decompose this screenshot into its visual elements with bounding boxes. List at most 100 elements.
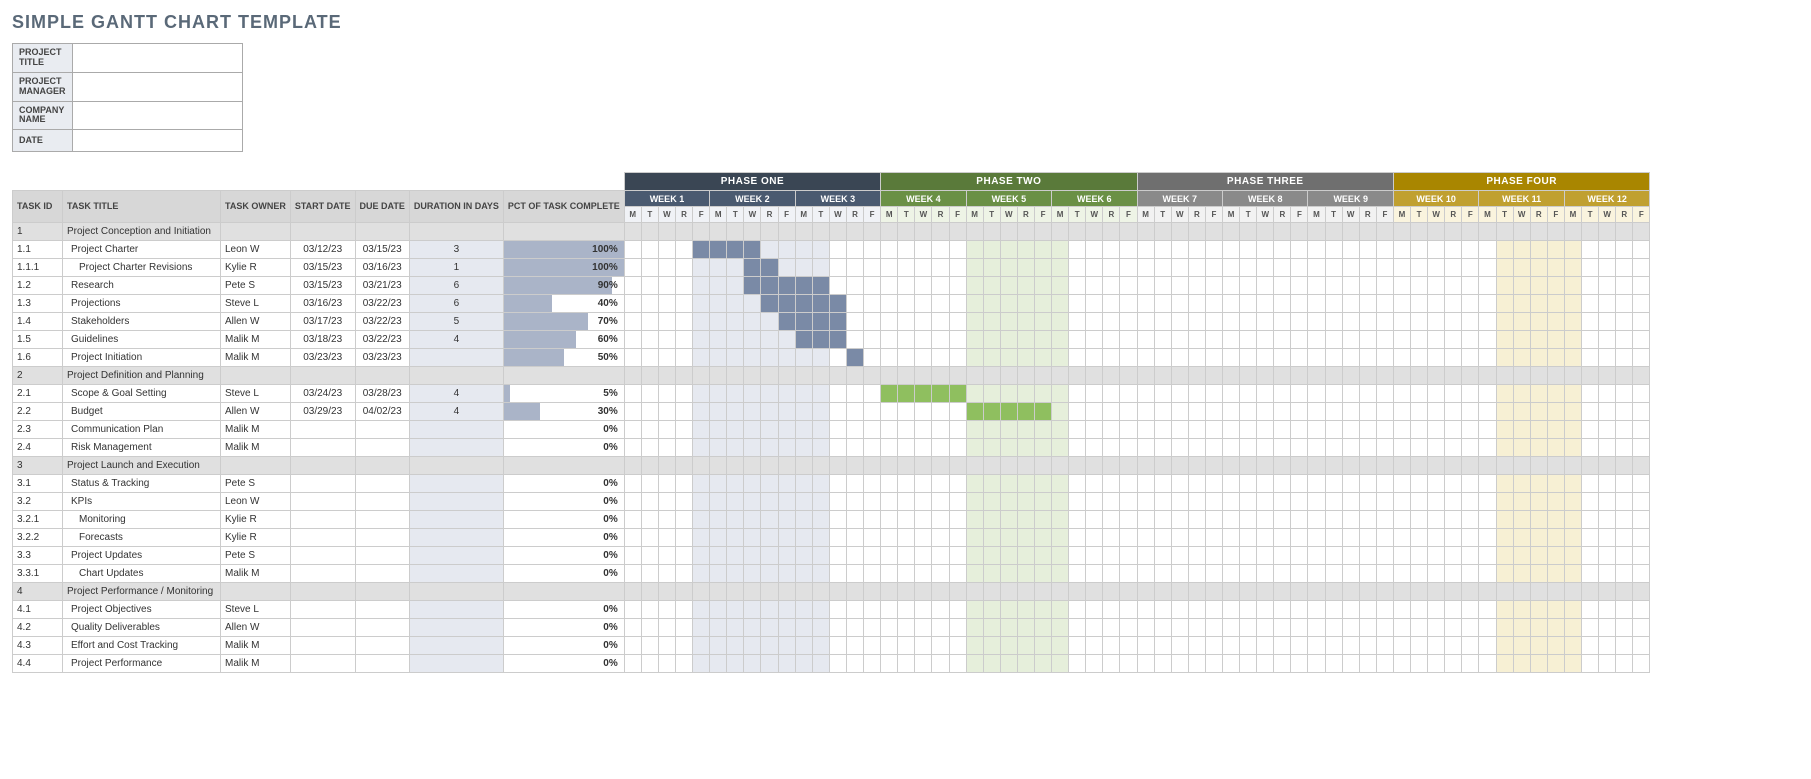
gantt-cell[interactable] [1257,439,1274,457]
gantt-cell[interactable] [1547,655,1564,673]
gantt-cell[interactable] [966,385,983,403]
gantt-cell[interactable] [1171,313,1188,331]
gantt-cell[interactable] [1359,511,1376,529]
task-title-cell[interactable]: Project Conception and Initiation [63,223,221,241]
gantt-cell[interactable] [1428,259,1445,277]
gantt-cell[interactable] [966,277,983,295]
duration-cell[interactable]: 6 [409,277,503,295]
gantt-cell[interactable] [1103,439,1120,457]
gantt-cell[interactable] [1428,313,1445,331]
start-date-cell[interactable]: 03/15/23 [290,259,355,277]
gantt-cell[interactable] [864,313,881,331]
gantt-cell[interactable] [1120,475,1137,493]
gantt-cell[interactable] [1359,619,1376,637]
gantt-cell[interactable] [1205,547,1222,565]
gantt-cell[interactable] [1411,403,1428,421]
gantt-cell[interactable] [1017,295,1034,313]
gantt-cell[interactable] [1308,547,1325,565]
gantt-cell[interactable] [966,439,983,457]
gantt-cell[interactable] [1000,637,1017,655]
due-date-cell[interactable]: 03/21/23 [355,277,409,295]
gantt-cell[interactable] [624,313,641,331]
task-title-cell[interactable]: Project Updates [63,547,221,565]
task-title-cell[interactable]: Communication Plan [63,421,221,439]
gantt-cell[interactable] [795,439,812,457]
gantt-cell[interactable] [1052,637,1069,655]
gantt-cell[interactable] [846,403,863,421]
gantt-cell[interactable] [1616,547,1633,565]
gantt-cell[interactable] [1205,295,1222,313]
gantt-cell[interactable] [1240,241,1257,259]
gantt-cell[interactable] [727,241,744,259]
gantt-cell[interactable] [898,259,915,277]
gantt-cell[interactable] [1411,295,1428,313]
gantt-cell[interactable] [795,547,812,565]
gantt-cell[interactable] [1103,547,1120,565]
gantt-cell[interactable] [1017,421,1034,439]
due-date-cell[interactable] [355,493,409,511]
gantt-cell[interactable] [658,295,675,313]
gantt-cell[interactable] [1291,637,1308,655]
gantt-cell[interactable] [1171,493,1188,511]
gantt-cell[interactable] [812,241,829,259]
gantt-cell[interactable] [1069,619,1086,637]
gantt-cell[interactable] [949,385,966,403]
gantt-cell[interactable] [898,385,915,403]
gantt-cell[interactable] [1342,439,1359,457]
gantt-cell[interactable] [1599,511,1616,529]
gantt-cell[interactable] [846,493,863,511]
gantt-cell[interactable] [1393,493,1410,511]
gantt-cell[interactable] [1154,349,1171,367]
gantt-cell[interactable] [881,259,898,277]
gantt-cell[interactable] [761,547,778,565]
gantt-cell[interactable] [1581,277,1598,295]
gantt-cell[interactable] [1052,385,1069,403]
gantt-cell[interactable] [1359,259,1376,277]
gantt-cell[interactable] [727,349,744,367]
gantt-cell[interactable] [1633,385,1650,403]
gantt-cell[interactable] [1581,439,1598,457]
gantt-cell[interactable] [949,259,966,277]
gantt-cell[interactable] [1205,493,1222,511]
gantt-cell[interactable] [710,421,727,439]
gantt-cell[interactable] [812,475,829,493]
gantt-cell[interactable] [744,565,761,583]
gantt-cell[interactable] [1513,403,1530,421]
gantt-cell[interactable] [1359,241,1376,259]
gantt-cell[interactable] [1291,475,1308,493]
gantt-cell[interactable] [624,403,641,421]
gantt-cell[interactable] [727,619,744,637]
gantt-cell[interactable] [710,403,727,421]
start-date-cell[interactable] [290,637,355,655]
gantt-cell[interactable] [1325,655,1342,673]
gantt-cell[interactable] [1342,259,1359,277]
gantt-cell[interactable] [1564,511,1581,529]
gantt-cell[interactable] [1188,529,1205,547]
gantt-cell[interactable] [1633,493,1650,511]
gantt-cell[interactable] [1240,493,1257,511]
gantt-cell[interactable] [1188,277,1205,295]
gantt-cell[interactable] [1325,601,1342,619]
gantt-cell[interactable] [1462,421,1479,439]
gantt-cell[interactable] [1017,259,1034,277]
gantt-cell[interactable] [1257,601,1274,619]
start-date-cell[interactable]: 03/15/23 [290,277,355,295]
gantt-cell[interactable] [1462,511,1479,529]
gantt-cell[interactable] [710,475,727,493]
gantt-cell[interactable] [1069,637,1086,655]
gantt-cell[interactable] [778,439,795,457]
task-title-cell[interactable]: Project Charter Revisions [63,259,221,277]
gantt-cell[interactable] [676,331,693,349]
due-date-cell[interactable]: 03/22/23 [355,331,409,349]
gantt-cell[interactable] [1257,241,1274,259]
start-date-cell[interactable] [290,547,355,565]
gantt-cell[interactable] [1564,403,1581,421]
gantt-cell[interactable] [1171,421,1188,439]
gantt-cell[interactable] [1479,403,1496,421]
gantt-cell[interactable] [1188,601,1205,619]
gantt-cell[interactable] [1205,277,1222,295]
pct-cell[interactable]: 0% [503,511,624,529]
gantt-cell[interactable] [1411,241,1428,259]
gantt-cell[interactable] [1086,259,1103,277]
gantt-cell[interactable] [1154,637,1171,655]
